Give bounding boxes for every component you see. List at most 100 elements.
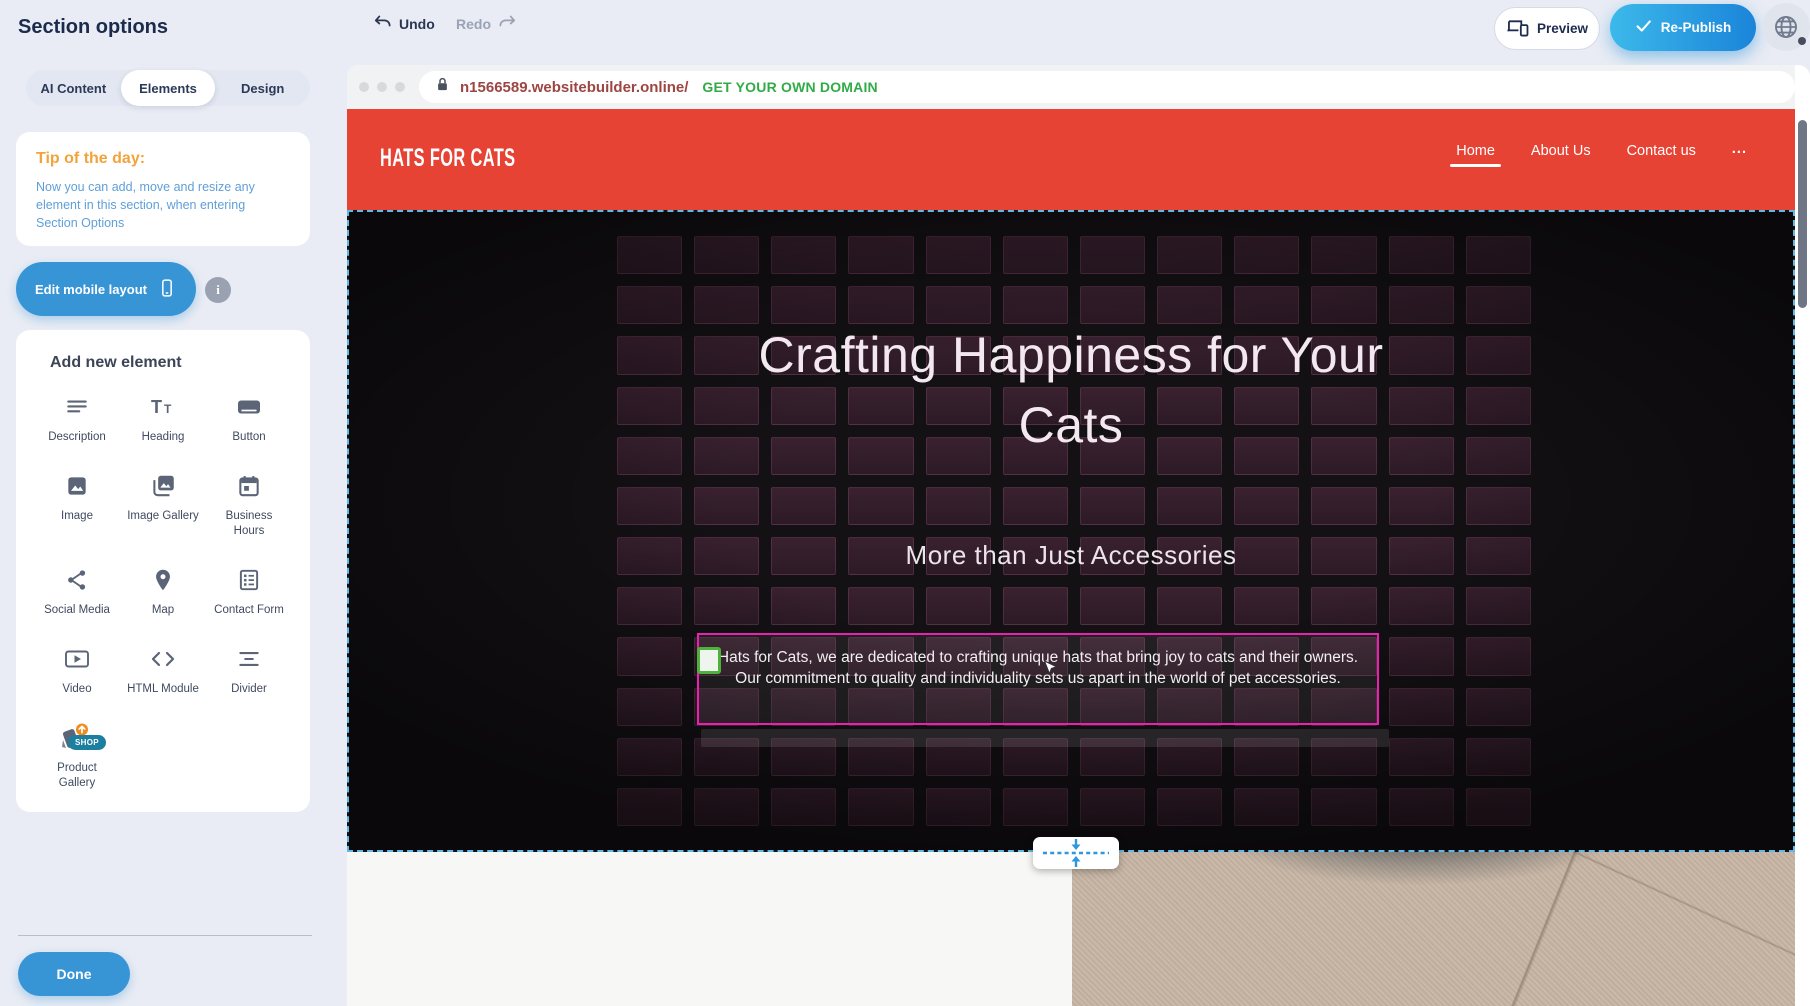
preview-button[interactable]: Preview <box>1494 7 1600 50</box>
background-tile <box>617 387 682 425</box>
element-grid: Description TT Heading Button Ima <box>34 392 292 791</box>
add-element-item-html-module[interactable]: HTML Module <box>120 644 206 697</box>
background-tile <box>1466 236 1531 274</box>
globe-status-dot <box>1798 37 1806 45</box>
background-tile <box>1466 387 1531 425</box>
background-tile <box>1003 487 1068 525</box>
background-tile <box>1234 487 1299 525</box>
redo-icon <box>498 14 517 33</box>
add-new-element-card: Add new element Description TT Heading <box>16 330 310 812</box>
add-element-item-product-gallery[interactable]: SHOP Product Gallery <box>34 723 120 791</box>
background-tile <box>1311 788 1376 826</box>
product-gallery-icon: SHOP <box>58 723 96 753</box>
image-gallery-icon <box>149 471 177 501</box>
background-tile <box>1080 587 1145 625</box>
hero-section-selected[interactable]: Crafting Happiness for Your Cats More th… <box>347 210 1795 852</box>
background-tile <box>617 637 682 675</box>
add-element-item-video[interactable]: Video <box>34 644 120 697</box>
redo-button[interactable]: Redo <box>456 14 517 33</box>
globe-icon[interactable] <box>1762 3 1810 51</box>
info-icon[interactable]: i <box>205 277 231 303</box>
hero-subheading[interactable]: More than Just Accessories <box>906 540 1237 571</box>
lock-icon <box>435 76 450 98</box>
browser-dot <box>377 82 387 92</box>
background-tile <box>1466 788 1531 826</box>
background-tile <box>1466 537 1531 575</box>
sidebar-divider <box>18 935 312 936</box>
add-element-item-heading[interactable]: TT Heading <box>120 392 206 445</box>
add-element-item-map[interactable]: Map <box>120 565 206 618</box>
background-tile <box>1466 637 1531 675</box>
background-tile <box>617 738 682 776</box>
background-tile <box>617 788 682 826</box>
background-tile <box>926 286 991 324</box>
add-element-item-social-media[interactable]: Social Media <box>34 565 120 618</box>
background-tile <box>1389 236 1454 274</box>
add-element-item-button[interactable]: Button <box>206 392 292 445</box>
phone-icon <box>157 277 177 302</box>
resize-handle-left[interactable] <box>697 647 721 674</box>
site-nav: Home About Us Contact us ... <box>1456 141 1747 169</box>
background-tile <box>1080 788 1145 826</box>
done-button[interactable]: Done <box>18 952 130 996</box>
nav-item-home[interactable]: Home <box>1456 143 1495 167</box>
background-tile <box>1080 487 1145 525</box>
background-tile <box>1389 587 1454 625</box>
background-tile <box>617 487 682 525</box>
background-tile <box>1466 587 1531 625</box>
tab-design[interactable]: Design <box>215 70 310 106</box>
background-tile <box>1466 487 1531 525</box>
background-tile <box>1234 587 1299 625</box>
background-tile <box>1466 688 1531 726</box>
background-tile <box>1157 587 1222 625</box>
background-tile <box>771 487 836 525</box>
scrollbar-thumb[interactable] <box>1798 120 1807 308</box>
next-section[interactable] <box>347 852 1795 1006</box>
add-element-item-image[interactable]: Image <box>34 471 120 539</box>
background-tile <box>617 587 682 625</box>
background-tile <box>771 587 836 625</box>
shop-badge: SHOP <box>68 735 106 750</box>
tip-title: Tip of the day: <box>36 150 290 168</box>
nav-item-contact-us[interactable]: Contact us <box>1627 143 1696 167</box>
background-tile <box>1311 587 1376 625</box>
add-element-item-divider[interactable]: Divider <box>206 644 292 697</box>
background-tile <box>1311 537 1376 575</box>
selected-text-element[interactable]: Hats for Cats, we are dedicated to craft… <box>697 633 1379 725</box>
background-tile <box>1311 286 1376 324</box>
url-field[interactable]: n1566589.websitebuilder.online/ GET YOUR… <box>419 71 1795 103</box>
edit-mobile-layout-button[interactable]: Edit mobile layout <box>16 262 196 316</box>
background-tile <box>617 437 682 475</box>
add-element-item-image-gallery[interactable]: Image Gallery <box>120 471 206 539</box>
background-tile <box>1466 286 1531 324</box>
add-element-item-description[interactable]: Description <box>34 392 120 445</box>
add-element-item-contact-form[interactable]: Contact Form <box>206 565 292 618</box>
tab-ai-content[interactable]: AI Content <box>26 70 121 106</box>
add-element-item-business-hours[interactable]: Business Hours <box>206 471 292 539</box>
hero-description[interactable]: Hats for Cats, we are dedicated to craft… <box>699 635 1377 701</box>
republish-button[interactable]: Re-Publish <box>1610 4 1756 51</box>
site-logo[interactable]: HATS FOR CATS <box>380 145 516 173</box>
section-height-handle[interactable] <box>1033 837 1119 869</box>
get-domain-link[interactable]: GET YOUR OWN DOMAIN <box>702 79 877 95</box>
app-window: Section options AI Content Elements Desi… <box>0 0 1810 1006</box>
contact-form-icon <box>236 565 262 595</box>
pavement-photo <box>1072 852 1795 1006</box>
background-tile <box>1389 788 1454 826</box>
svg-text:T: T <box>151 397 162 417</box>
background-tile <box>1389 738 1454 776</box>
undo-button[interactable]: Undo <box>373 14 435 33</box>
heading-icon: TT <box>149 392 177 422</box>
background-tile <box>1003 587 1068 625</box>
panel-title: Section options <box>18 16 168 39</box>
background-tile <box>1234 537 1299 575</box>
tab-elements[interactable]: Elements <box>121 70 216 106</box>
tip-of-the-day-card: Tip of the day: Now you can add, move an… <box>16 132 310 246</box>
browser-dot <box>395 82 405 92</box>
drag-ghost-bar <box>701 729 1389 747</box>
nav-item-more[interactable]: ... <box>1732 141 1747 169</box>
nav-item-about-us[interactable]: About Us <box>1531 143 1591 167</box>
hero-heading[interactable]: Crafting Happiness for Your Cats <box>701 320 1441 460</box>
site-header[interactable]: HATS FOR CATS Home About Us Contact us .… <box>347 109 1795 210</box>
section-options-panel: Section options AI Content Elements Desi… <box>0 0 326 1006</box>
